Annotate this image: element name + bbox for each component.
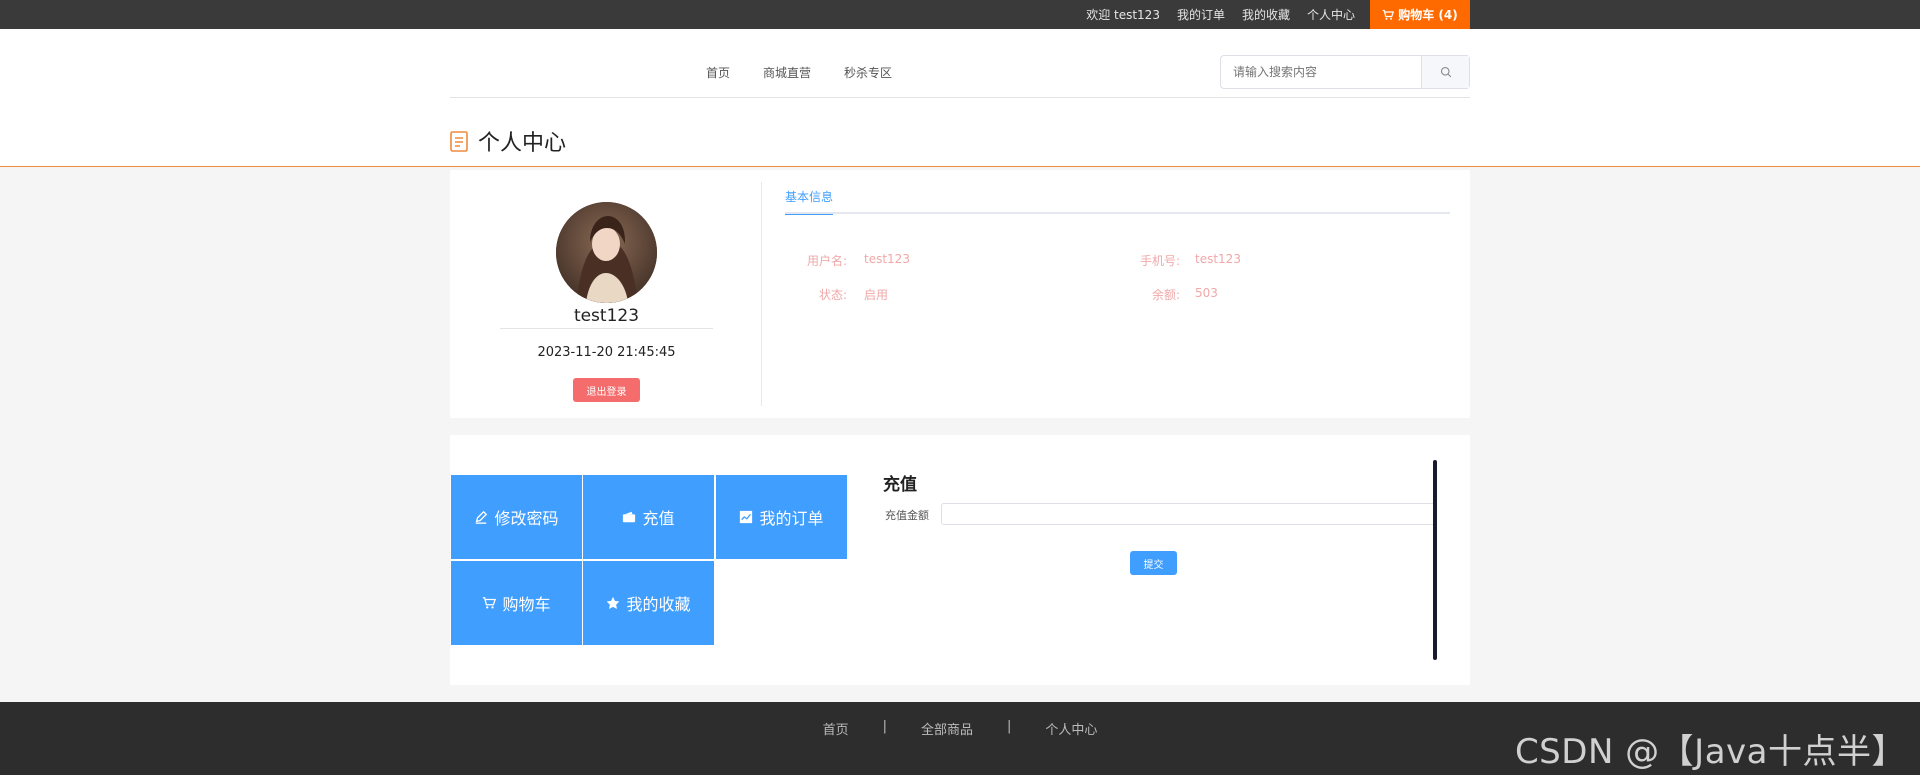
document-icon bbox=[450, 130, 468, 152]
nav-item-mall[interactable]: 商城直营 bbox=[763, 64, 811, 81]
search-icon bbox=[1440, 66, 1451, 78]
scrollbar[interactable] bbox=[1433, 460, 1437, 660]
cart-icon bbox=[1383, 9, 1395, 20]
cart-icon bbox=[483, 597, 497, 609]
footer-separator: | bbox=[882, 719, 887, 734]
value-phone: test123 bbox=[1195, 252, 1241, 266]
top-link-orders[interactable]: 我的订单 bbox=[1177, 6, 1225, 23]
tile-label: 购物车 bbox=[502, 595, 551, 614]
tab-underline bbox=[785, 212, 1450, 214]
submit-button[interactable]: 提交 bbox=[1130, 551, 1177, 575]
username: test123 bbox=[500, 306, 713, 329]
avatar bbox=[556, 202, 657, 303]
label-status: 状态: bbox=[818, 288, 847, 302]
top-link-profile[interactable]: 个人中心 bbox=[1307, 6, 1355, 23]
footer-link-profile[interactable]: 个人中心 bbox=[1028, 719, 1114, 738]
value-balance: 503 bbox=[1195, 286, 1218, 300]
welcome-text: 欢迎 test123 bbox=[1086, 8, 1160, 22]
registration-time: 2023-11-20 21:45:45 bbox=[537, 345, 676, 360]
recharge-title: 充值 bbox=[883, 475, 917, 495]
value-status: 启用 bbox=[864, 288, 889, 302]
amount-input[interactable] bbox=[941, 503, 1435, 525]
watermark: CSDN @【Java十点半】 bbox=[1514, 732, 1906, 772]
vertical-divider bbox=[761, 182, 762, 406]
search-input[interactable] bbox=[1221, 56, 1421, 88]
footer-separator: | bbox=[1007, 719, 1012, 734]
tile-cart[interactable]: 购物车 bbox=[451, 561, 582, 645]
wallet-icon bbox=[623, 511, 636, 523]
footer: 首页 | 全部商品 | 个人中心 CSDN @【Java十点半】 bbox=[0, 702, 1920, 775]
logout-button[interactable]: 退出登录 bbox=[573, 378, 640, 402]
amount-label: 充值金额 bbox=[885, 509, 929, 522]
page-header: 个人中心 bbox=[450, 126, 566, 156]
label-phone: 手机号: bbox=[1139, 254, 1180, 268]
cart-label: 购物车 (4) bbox=[1398, 8, 1458, 22]
tile-label: 充值 bbox=[642, 509, 675, 528]
nav-item-home[interactable]: 首页 bbox=[706, 64, 730, 81]
page-title: 个人中心 bbox=[478, 131, 567, 156]
tile-my-orders[interactable]: 我的订单 bbox=[716, 475, 847, 559]
label-balance: 余额: bbox=[1151, 288, 1180, 302]
nav-menu: 首页 商城直营 秒杀专区 bbox=[706, 64, 892, 81]
label-username: 用户名: bbox=[806, 254, 847, 268]
nav-item-flash-sale[interactable]: 秒杀专区 bbox=[844, 64, 892, 81]
edit-icon bbox=[476, 510, 488, 524]
tile-change-password[interactable]: 修改密码 bbox=[451, 475, 582, 559]
value-username: test123 bbox=[864, 252, 910, 266]
search-button[interactable] bbox=[1421, 56, 1469, 88]
tile-recharge[interactable]: 充值 bbox=[583, 475, 714, 559]
footer-link-all-products[interactable]: 全部商品 bbox=[904, 719, 990, 738]
top-bar: 欢迎 test123 我的订单 我的收藏 个人中心 bbox=[0, 0, 1920, 29]
top-links: 欢迎 test123 我的订单 我的收藏 个人中心 bbox=[1086, 0, 1355, 29]
cart-button[interactable]: 购物车 (4) bbox=[1370, 0, 1470, 29]
search-box bbox=[1220, 55, 1470, 89]
chart-icon bbox=[740, 510, 753, 524]
tile-favorites[interactable]: 我的收藏 bbox=[583, 561, 714, 645]
tile-label: 我的收藏 bbox=[626, 595, 691, 614]
tile-label: 我的订单 bbox=[759, 509, 824, 528]
footer-link-home[interactable]: 首页 bbox=[806, 719, 866, 738]
top-link-favorites[interactable]: 我的收藏 bbox=[1242, 6, 1290, 23]
star-icon bbox=[607, 596, 620, 609]
tile-label: 修改密码 bbox=[494, 509, 559, 528]
main-nav: 首页 商城直营 秒杀专区 bbox=[450, 29, 1470, 98]
profile-card: test123 2023-11-20 21:45:45 退出登录 基本信息 用户… bbox=[450, 170, 1470, 418]
tab-basic-info[interactable]: 基本信息 bbox=[785, 188, 834, 215]
action-card: 修改密码 充值 我的订单 购物车 我的收藏 充值 充值金额 提交 bbox=[450, 435, 1470, 685]
